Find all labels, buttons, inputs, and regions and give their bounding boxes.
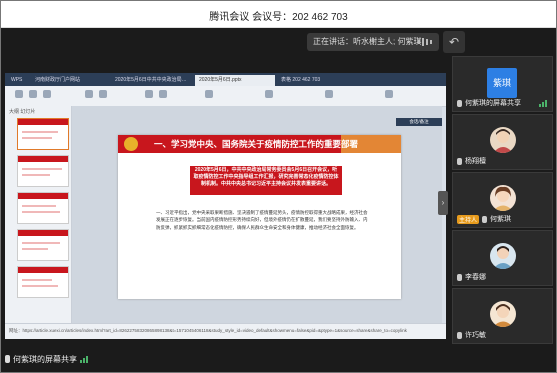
tool-icon[interactable] (85, 90, 93, 98)
participant-tile[interactable]: 杨翔檀 (452, 114, 553, 170)
notes-tab[interactable]: 会话/备注 (396, 118, 442, 126)
slide-highlight-box: 2020年5月6日，中共中央政治局常务委员会5月6日召开会议，听取疫情防控工作中… (190, 166, 342, 195)
tab-wps[interactable]: WPS (7, 75, 29, 86)
url-bar[interactable]: 网址：https://article.xuexi.cn/articles/ind… (5, 323, 446, 339)
avatar (490, 301, 516, 327)
slide-thumbnail[interactable] (17, 118, 69, 150)
tool-icon[interactable] (29, 90, 37, 98)
tool-icon[interactable] (325, 90, 333, 98)
mic-icon (5, 355, 10, 363)
participant-name: 杨翔檀 (465, 158, 486, 165)
participant-tile[interactable]: 李春娜 (452, 230, 553, 286)
slide-thumbnail[interactable] (17, 229, 69, 261)
thumbs-header: 大纲 幻灯片 (9, 109, 36, 115)
mic-icon (482, 215, 488, 223)
slide-thumbnail[interactable] (17, 192, 69, 224)
slide-body-text: 一、习近平指出，党中央采取果断措施、坚决遏制了疫情蔓延势头，疫情防控取得重大战略… (156, 210, 368, 230)
url-text: 网址：https://article.xuexi.cn/articles/ind… (9, 328, 407, 333)
tool-icon[interactable] (159, 90, 167, 98)
slide-thumbnail-panel: 大纲 幻灯片 (5, 106, 72, 323)
avatar: 紫琪 (487, 68, 517, 98)
host-badge: 主持人 (457, 214, 480, 224)
meeting-window: 腾讯会议 会议号：202 462 703 正在讲话：听水榭主人; 何紫琪 ↶ W… (0, 0, 557, 373)
tool-icon[interactable] (205, 90, 213, 98)
tab-article[interactable]: 2020年5月6日中共中央政治局… (111, 75, 193, 86)
participant-name: 何紫琪的屏幕共享 (465, 100, 521, 107)
avatar (490, 185, 516, 211)
bottom-share-label: 何紫琪的屏幕共享 (5, 351, 155, 367)
mic-icon (457, 157, 462, 165)
tool-icon[interactable] (385, 90, 393, 98)
slide-canvas: 一、学习党中央、国务院关于疫情防控工作的重要部署 2020年5月6日，中共中央政… (72, 106, 442, 323)
current-slide[interactable]: 一、学习党中央、国务院关于疫情防控工作的重要部署 2020年5月6日，中共中央政… (118, 135, 401, 299)
title-bar: 腾讯会议 会议号：202 462 703 (1, 1, 556, 28)
tool-icon[interactable] (15, 90, 23, 98)
slide-title: 一、学习党中央、国务院关于疫情防控工作的重要部署 (154, 139, 359, 149)
window-title: 腾讯会议 会议号：202 462 703 (209, 12, 348, 23)
avatar (490, 243, 516, 269)
tool-icon[interactable] (145, 90, 153, 98)
tool-icon[interactable] (43, 90, 51, 98)
tab-meeting[interactable]: 表格 202 462 703 (277, 75, 337, 86)
slide-thumbnail[interactable] (17, 266, 69, 298)
tab-finance-portal[interactable]: 河南财政厅门户网站 (31, 75, 109, 86)
mic-icon (457, 99, 462, 107)
slide-thumbnail[interactable] (17, 155, 69, 187)
collapse-arrow-icon[interactable]: › (438, 191, 448, 215)
participant-tile[interactable]: 紫琪 何紫琪的屏幕共享 (452, 56, 553, 112)
ribbon-toolbar (5, 86, 446, 107)
shared-screen: WPS 河南财政厅门户网站 2020年5月6日中共中央政治局… 2020年5月6… (5, 73, 446, 339)
participant-list: 紫琪 何紫琪的屏幕共享 杨翔檀 主持人 何紫琪 李春娜 许巧敏 (452, 56, 553, 368)
signal-icon (80, 355, 88, 363)
participant-tile[interactable]: 主持人 何紫琪 (452, 172, 553, 228)
speaking-indicator: 正在讲话：听水榭主人; 何紫琪 (307, 33, 439, 51)
back-icon[interactable]: ↶ (443, 31, 465, 53)
tab-pptx[interactable]: 2020年5月6日.pptx (195, 75, 275, 86)
mic-icon (457, 331, 462, 339)
mic-icon (457, 273, 462, 281)
participant-name: 许巧敏 (465, 332, 486, 339)
speaking-label: 正在讲话：听水榭主人; 何紫琪 (313, 37, 422, 46)
participant-name: 何紫琪 (490, 216, 512, 223)
tool-icon[interactable] (265, 90, 273, 98)
slide-banner: 一、学习党中央、国务院关于疫情防控工作的重要部署 (118, 135, 401, 153)
party-emblem-icon (124, 137, 138, 151)
speaking-wave-icon (418, 38, 432, 46)
bottom-share-text: 何紫琪的屏幕共享 (13, 354, 77, 364)
avatar (490, 127, 516, 153)
participant-name: 李春娜 (465, 274, 486, 281)
participant-tile[interactable]: 许巧敏 (452, 288, 553, 344)
slide-highlight-text: 2020年5月6日，中共中央政治局常务委员会5月6日召开会议，听取疫情防控工作中… (193, 167, 339, 187)
signal-icon (539, 100, 547, 107)
browser-tab-bar: WPS 河南财政厅门户网站 2020年5月6日中共中央政治局… 2020年5月6… (5, 73, 446, 86)
tool-icon[interactable] (99, 90, 107, 98)
